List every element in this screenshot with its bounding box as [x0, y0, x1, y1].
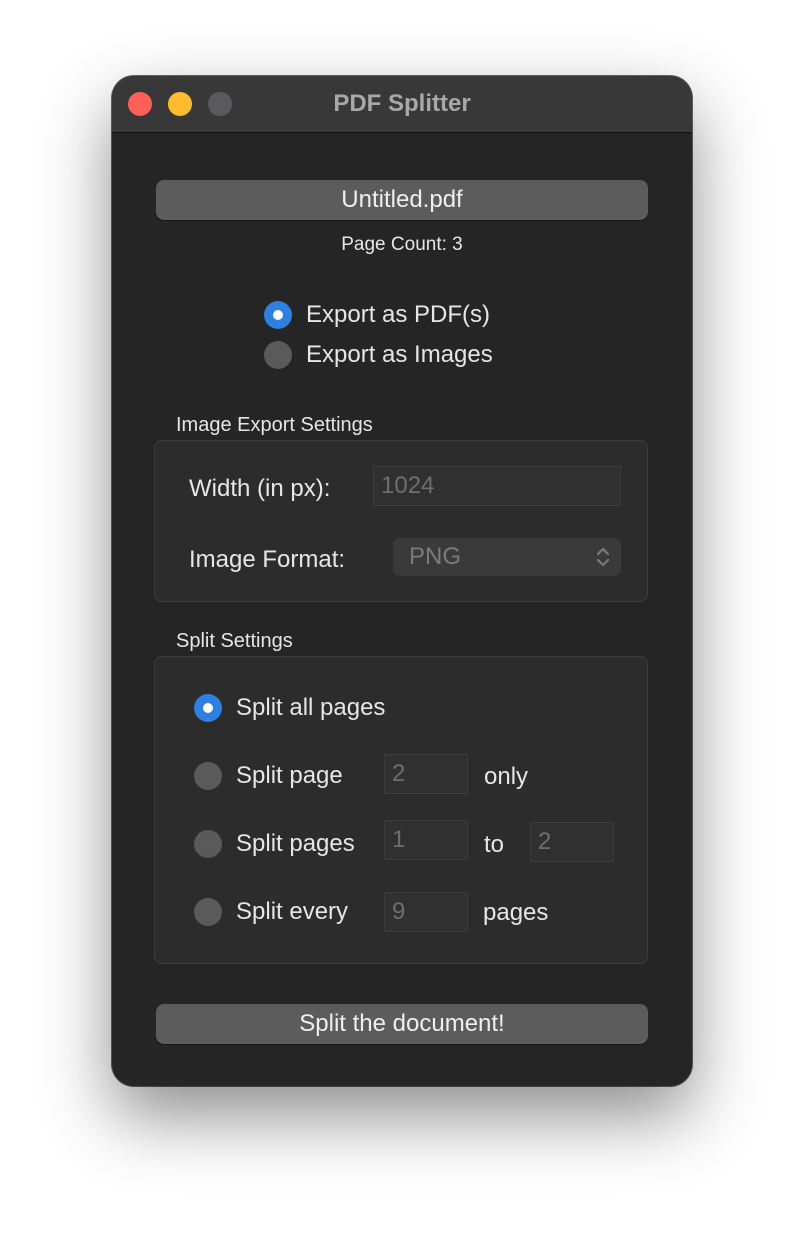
- split-all-label: Split all pages: [236, 694, 386, 721]
- split-page-label: Split page: [236, 762, 343, 789]
- page-count-label: Page Count: 3: [341, 234, 463, 255]
- split-page-suffix: only: [484, 763, 529, 790]
- export-images-label: Export as Images: [306, 341, 493, 368]
- export-pdf-label: Export as PDF(s): [306, 301, 491, 328]
- split-document-button[interactable]: Split the document!: [156, 1004, 648, 1044]
- export-images-radio[interactable]: [264, 341, 292, 369]
- window-title: PDF Splitter: [333, 90, 471, 117]
- split-page-option[interactable]: Split page: [194, 761, 343, 791]
- split-every-option[interactable]: Split every: [194, 897, 348, 927]
- width-label: Width (in px):: [189, 475, 331, 502]
- title-bar[interactable]: PDF Splitter: [112, 76, 692, 133]
- split-range-from-input[interactable]: 1: [384, 820, 468, 860]
- image-format-label: Image Format:: [189, 546, 346, 573]
- split-every-input[interactable]: 9: [384, 892, 468, 932]
- split-page-radio[interactable]: [194, 762, 222, 790]
- choose-file-button[interactable]: Untitled.pdf: [156, 180, 648, 220]
- split-range-to-input[interactable]: 2: [530, 822, 614, 862]
- width-input[interactable]: 1024: [373, 466, 621, 506]
- image-format-popup[interactable]: PNG: [393, 538, 621, 576]
- image-format-value: PNG: [409, 543, 462, 570]
- export-pdf-option[interactable]: Export as PDF(s): [264, 300, 490, 330]
- image-export-box: Width (in px): 1024 Image Format: PNG: [154, 440, 648, 602]
- split-all-radio[interactable]: [194, 694, 222, 722]
- app-window: PDF Splitter Untitled.pdf Page Count: 3 …: [112, 76, 692, 1086]
- split-range-to-label: to: [484, 831, 505, 858]
- split-every-suffix: pages: [483, 899, 549, 926]
- split-settings-box: Split all pages Split page 2 only Split …: [154, 656, 648, 964]
- export-pdf-radio[interactable]: [264, 301, 292, 329]
- split-every-radio[interactable]: [194, 898, 222, 926]
- split-all-option[interactable]: Split all pages: [194, 693, 385, 723]
- split-range-label: Split pages: [236, 830, 355, 857]
- split-settings-section-title: Split Settings: [176, 630, 293, 652]
- split-every-label: Split every: [236, 898, 349, 925]
- chevron-up-down-icon: [596, 547, 610, 567]
- split-page-input[interactable]: 2: [384, 754, 468, 794]
- split-range-radio[interactable]: [194, 830, 222, 858]
- image-export-section-title: Image Export Settings: [176, 414, 373, 436]
- export-images-option[interactable]: Export as Images: [264, 340, 493, 370]
- split-range-option[interactable]: Split pages: [194, 829, 355, 859]
